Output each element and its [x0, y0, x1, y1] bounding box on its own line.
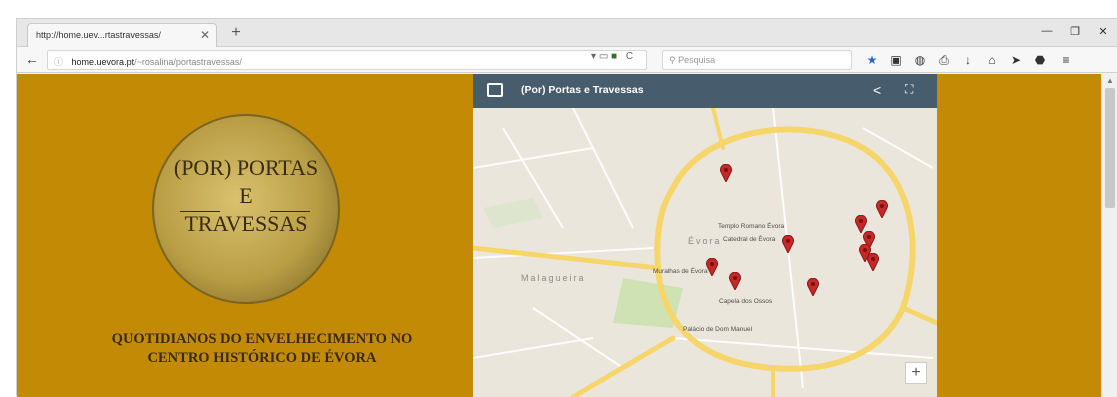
tab-title: http://home.uev...rtastravessas/	[36, 30, 161, 40]
map-label-catedral: Catedral de Évora	[723, 236, 776, 243]
clipboard-icon[interactable]: ▣	[887, 51, 905, 69]
map-header: (Por) Portas e Travessas < ⛶	[473, 74, 937, 108]
new-tab-button[interactable]: +	[225, 24, 247, 42]
navigation-bar: ← ⓘ home.uevora.pt/~rosalina/portastrave…	[17, 47, 1117, 73]
menu-icon[interactable]: ≡	[1057, 51, 1075, 69]
map-canvas[interactable]: Templo Romano Évora Catedral de Évora Év…	[473, 106, 937, 397]
home-icon[interactable]: ⌂	[983, 51, 1001, 69]
close-window-button[interactable]: ✕	[1093, 25, 1113, 38]
page-subtitle: QUOTIDIANOS DO ENVELHECIMENTO NO CENTRO …	[47, 330, 477, 368]
send-icon[interactable]: ➤	[1007, 51, 1025, 69]
browser-tab[interactable]: http://home.uev...rtastravessas/ ✕	[27, 23, 217, 47]
map-label-capela: Capela dos Ossos	[719, 298, 773, 305]
print-icon[interactable]: ⎙	[935, 51, 953, 69]
page-scrollbar[interactable]: ▲	[1101, 74, 1117, 397]
page-content: (POR) PORTAS E TRAVESSAS QUOTIDIANOS DO …	[17, 74, 1101, 397]
logo-line3: TRAVESSAS	[184, 211, 308, 236]
map-label-muralhas: Muralhas de Évora	[653, 268, 708, 275]
reader-view-icon[interactable]: ▭	[599, 51, 608, 62]
scroll-up-icon[interactable]: ▲	[1106, 76, 1114, 85]
share-icon[interactable]: <	[873, 82, 881, 98]
logo-rule-left	[180, 211, 220, 212]
logo-text: (POR) PORTAS E TRAVESSAS	[152, 154, 340, 238]
tab-strip: http://home.uev...rtastravessas/ ✕ + — ❐…	[17, 19, 1117, 47]
logo-line2: E	[239, 183, 253, 208]
logo-line1: (POR) PORTAS	[173, 155, 319, 180]
fullscreen-icon[interactable]: ⛶	[905, 82, 913, 97]
browser-window: http://home.uev...rtastravessas/ ✕ + — ❐…	[16, 18, 1117, 397]
map-legend-icon[interactable]	[487, 83, 503, 97]
embedded-map[interactable]: (Por) Portas e Travessas < ⛶ Templo Roma…	[473, 74, 937, 397]
map-pin[interactable]	[782, 235, 794, 253]
map-label-palacio: Palácio de Dom Manuel	[683, 326, 753, 333]
map-pin[interactable]	[867, 253, 879, 271]
map-pin[interactable]	[876, 200, 888, 218]
map-pin[interactable]	[729, 272, 741, 290]
map-title: (Por) Portas e Travessas	[521, 84, 644, 96]
map-pin[interactable]	[706, 258, 718, 276]
subtitle-line2: CENTRO HISTÓRICO DE ÉVORA	[147, 350, 377, 366]
dropdown-icon[interactable]: ▾	[591, 51, 596, 62]
tab-close-icon[interactable]: ✕	[200, 28, 210, 42]
minimize-button[interactable]: —	[1037, 25, 1057, 37]
search-input[interactable]: ⚲ Pesquisa	[662, 50, 852, 70]
zoom-in-button[interactable]: +	[905, 362, 927, 384]
info-icon: ⓘ	[54, 57, 64, 67]
url-path: /~rosalina/portastravessas/	[134, 57, 242, 67]
reload-icon[interactable]: C	[626, 51, 633, 62]
bookmark-star-icon[interactable]: ★	[863, 51, 881, 69]
extension-icon[interactable]: ⬣	[1031, 51, 1049, 69]
map-label-evora: Évora	[688, 236, 722, 246]
map-pin[interactable]	[807, 278, 819, 296]
back-arrow-icon[interactable]: ←	[25, 51, 43, 69]
map-label-malagueira: Malagueira	[521, 273, 586, 283]
addon-icon[interactable]: ■	[611, 51, 617, 62]
url-bar[interactable]: ⓘ home.uevora.pt/~rosalina/portastravess…	[47, 50, 647, 70]
scrollbar-thumb[interactable]	[1105, 88, 1115, 208]
project-logo: (POR) PORTAS E TRAVESSAS	[152, 114, 340, 304]
url-actions: ▾ ▭ ■ C	[591, 51, 633, 62]
subtitle-line1: QUOTIDIANOS DO ENVELHECIMENTO NO	[111, 331, 413, 347]
search-placeholder: Pesquisa	[678, 55, 716, 65]
map-pin[interactable]	[720, 164, 732, 182]
url-host: home.uevora.pt	[71, 57, 135, 67]
download-icon[interactable]: ↓	[959, 51, 977, 69]
map-label-templo: Templo Romano Évora	[718, 223, 785, 230]
logo-rule-right	[270, 211, 310, 212]
search-icon: ⚲	[669, 55, 676, 65]
restore-button[interactable]: ❐	[1065, 25, 1085, 38]
pocket-icon[interactable]: ◍	[911, 51, 929, 69]
